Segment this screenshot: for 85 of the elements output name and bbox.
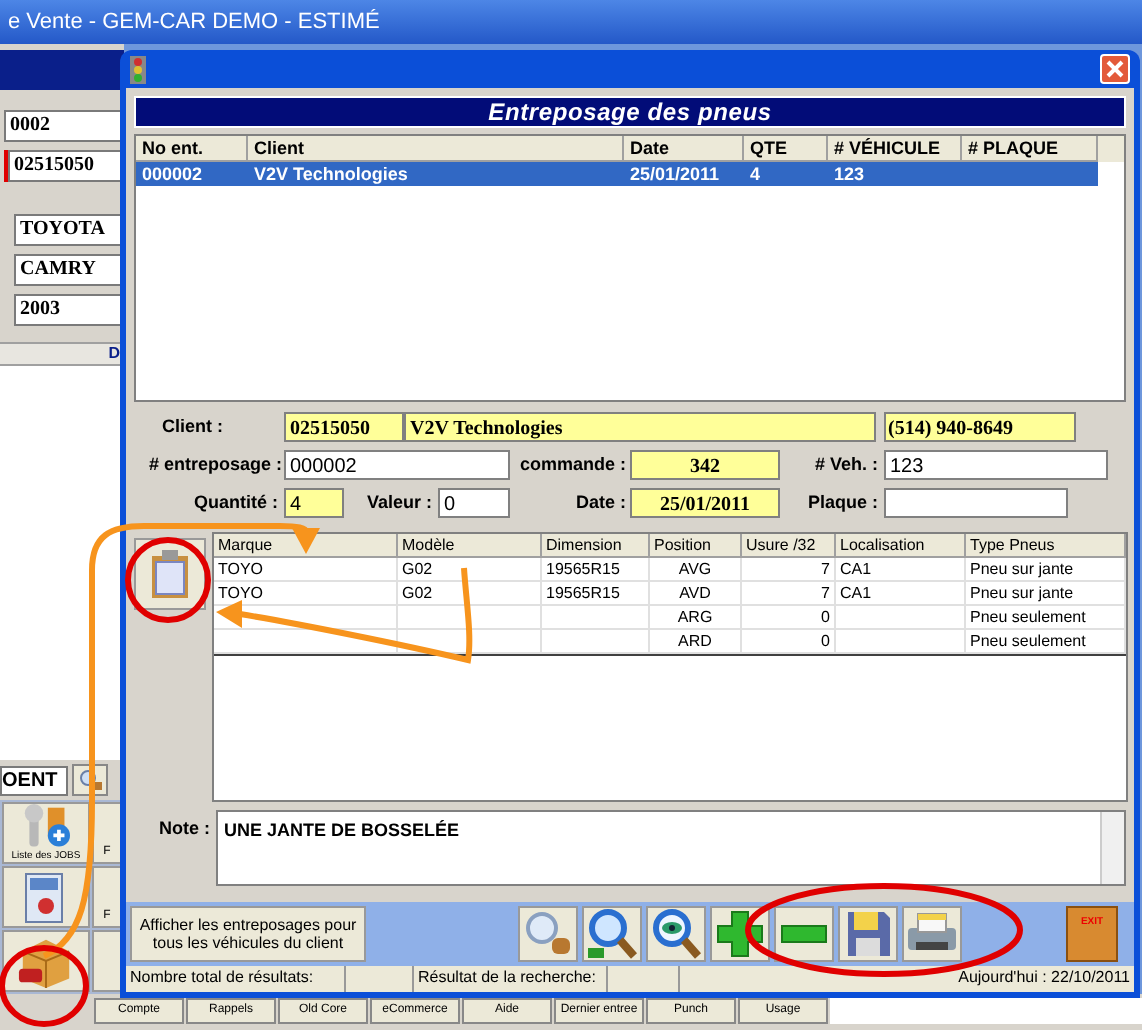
search-icon [522, 910, 574, 958]
text-field[interactable]: 0002 [4, 110, 124, 142]
dialog-header: Entreposage des pneus [134, 96, 1126, 128]
close-button[interactable] [1100, 54, 1130, 84]
phone-field[interactable]: (514) 940-8649 [884, 412, 1076, 442]
client-name-field[interactable]: V2V Technologies [404, 412, 876, 442]
text-field[interactable]: 2003 [14, 294, 124, 326]
table-cell: AVD [650, 582, 742, 604]
table-cell: 7 [742, 582, 836, 604]
search-icon [78, 770, 102, 790]
traffic-light-icon [130, 55, 146, 83]
field-label: Client : [160, 413, 225, 440]
column-header[interactable]: Type Pneus [966, 534, 1126, 558]
table-cell: Pneu seulement [966, 630, 1126, 652]
client-code-field[interactable]: 02515050 [284, 412, 404, 442]
table-cell: 19565R15 [542, 558, 650, 580]
launcher-tile[interactable] [92, 930, 122, 992]
required-marker [4, 150, 8, 182]
toolbar-button[interactable] [774, 906, 834, 962]
toolbar-button[interactable] [902, 906, 962, 962]
field-label: Valeur : [364, 489, 434, 516]
toolbar-button[interactable] [582, 906, 642, 962]
plate-field[interactable] [884, 488, 1068, 518]
table-cell: G02 [398, 582, 542, 604]
list-cell-text: 000002 [140, 162, 205, 186]
list-cell-text: 25/01/2011 [628, 162, 722, 186]
list-cell-text: 4 [748, 162, 763, 186]
show-all-button[interactable]: Afficher les entreposages pour tous les véhicules du client [130, 906, 366, 962]
table-cell: 0 [742, 606, 836, 628]
header-bar [0, 50, 124, 90]
list-row[interactable]: 000002 V2V Technologies 25/01/2011 4 123 [136, 162, 1098, 186]
table-cell: ARG [650, 606, 742, 628]
window-title: e Vente - GEM-CAR DEMO - ESTIMÉ [8, 7, 380, 38]
text-field[interactable]: 02515050 [8, 150, 124, 182]
column-header[interactable]: Dimension [542, 534, 650, 558]
table-cell: Pneu seulement [966, 606, 1126, 628]
status-text: Résultat de la recherche: [414, 966, 608, 992]
table-cell: Pneu sur jante [966, 582, 1126, 604]
table-cell: 19565R15 [542, 582, 650, 604]
search-field[interactable]: OENT [0, 765, 68, 795]
column-header[interactable]: Position [650, 534, 742, 558]
toolbar-button[interactable] [838, 906, 898, 962]
column-header[interactable]: Usure /32 [742, 534, 836, 558]
table-cell: 0 [742, 630, 836, 652]
table-cell: 7 [742, 558, 836, 580]
field-label: Quantité : [192, 489, 280, 516]
storage-number-field[interactable]: 000002 [284, 450, 510, 480]
table-cell: G02 [398, 558, 542, 580]
list-cell-text: 123 [832, 162, 867, 186]
value-field[interactable]: 0 [438, 488, 510, 518]
column-header[interactable]: Localisation [836, 534, 966, 558]
toolbar-button[interactable] [646, 906, 706, 962]
field-label: # Veh. : [812, 451, 880, 478]
field-label: Date : [573, 489, 628, 516]
highlight-circle [125, 537, 211, 623]
plus-icon [716, 910, 764, 958]
status-text: Aujourd'hui : 22/10/2011 [956, 966, 1132, 990]
list-cell-text: V2V Technologies [252, 162, 410, 186]
clipboard-icon [148, 548, 192, 600]
text-field[interactable]: TOYOTA [14, 214, 124, 246]
eye-search-icon [650, 908, 702, 960]
minus-icon [780, 924, 828, 944]
table-cell: CA1 [836, 582, 966, 604]
vehicle-number-field[interactable]: 123 [884, 450, 1108, 480]
close-icon [1106, 60, 1124, 78]
table-cell: TOYO [214, 558, 398, 580]
scrollbar[interactable] [1100, 812, 1124, 884]
table-cell: CA1 [836, 558, 966, 580]
note-field[interactable]: UNE JANTE DE BOSSELÉE [216, 810, 1126, 886]
table-cell: Pneu sur jante [966, 558, 1126, 580]
status-text: Nombre total de résultats: [126, 966, 346, 992]
field-label: commande : [517, 451, 628, 478]
table-cell: ARD [650, 630, 742, 652]
search-icon [586, 908, 638, 960]
quantity-field[interactable]: 4 [284, 488, 344, 518]
column-header[interactable]: Modèle [398, 534, 542, 558]
field-label: Note : [157, 816, 210, 842]
date-field[interactable]: 25/01/2011 [630, 488, 780, 518]
text-field[interactable]: CAMRY [14, 254, 124, 286]
field-label: Plaque : [805, 489, 880, 516]
order-number-field[interactable]: 342 [630, 450, 780, 480]
field-label: # entreposage : [146, 451, 284, 478]
table-cell: AVG [650, 558, 742, 580]
section-bar: D [0, 342, 124, 366]
launcher-tile[interactable] [2, 866, 90, 928]
